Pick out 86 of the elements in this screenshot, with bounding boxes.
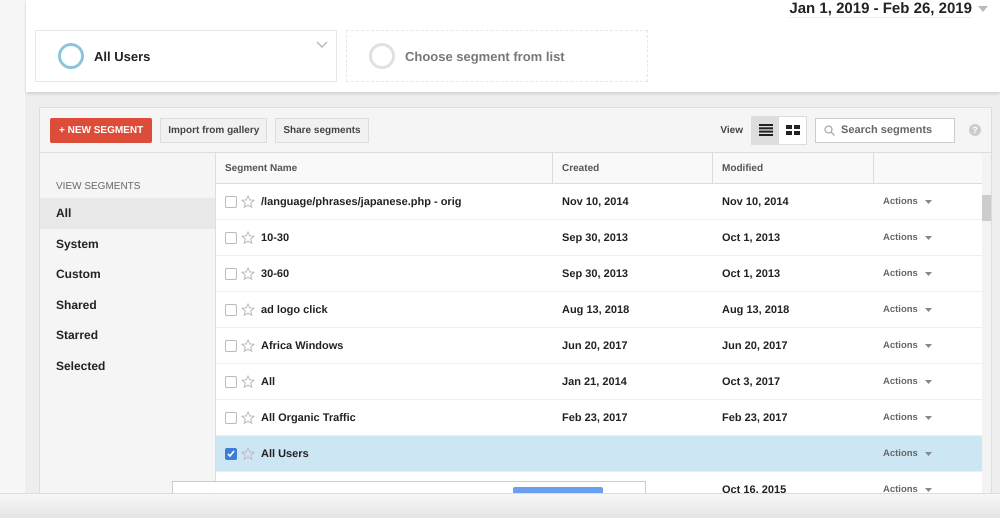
row-checkbox[interactable] — [225, 232, 237, 244]
segment-label: Choose segment from list — [405, 48, 565, 64]
created-date: Jun 20, 2017 — [562, 340, 628, 352]
segment-slot[interactable]: All Users — [35, 30, 337, 82]
caret-icon[interactable] — [924, 344, 932, 348]
segment-name[interactable]: All Organic Traffic — [261, 412, 356, 424]
list-icon — [758, 124, 772, 136]
sidebar-item[interactable]: Starred — [40, 320, 215, 350]
actions-menu[interactable]: Actions — [883, 484, 918, 495]
caret-icon[interactable] — [924, 272, 932, 276]
modified-date: Jun 20, 2017 — [722, 340, 788, 352]
view-label: View — [720, 124, 743, 136]
sidebar-item[interactable]: Shared — [40, 290, 215, 320]
sidebar-item[interactable]: Custom — [40, 259, 215, 290]
segment-ring-icon — [369, 43, 395, 69]
star-icon[interactable] — [241, 194, 255, 208]
modified-date: Aug 13, 2018 — [722, 304, 790, 316]
actions-menu[interactable]: Actions — [883, 196, 918, 207]
actions-menu[interactable]: Actions — [883, 448, 918, 459]
scrollbar-thumb[interactable] — [982, 195, 991, 221]
caret-icon[interactable] — [924, 380, 932, 384]
list-view-button[interactable] — [752, 116, 779, 144]
created-date: Sep 30, 2013 — [562, 268, 628, 280]
caret-icon[interactable] — [924, 308, 932, 312]
new-segment-button[interactable]: + NEW SEGMENT — [50, 118, 152, 142]
actions-menu[interactable]: Actions — [883, 268, 918, 279]
date-range[interactable]: Jan 1, 2019 - Feb 26, 2019 — [789, 0, 972, 18]
created-date: Feb 23, 2017 — [562, 412, 628, 424]
modified-date: Nov 10, 2014 — [722, 196, 789, 208]
modified-date: Feb 23, 2017 — [722, 412, 788, 424]
caret-icon[interactable] — [924, 452, 932, 456]
segment-name[interactable]: ad logo click — [261, 304, 328, 316]
segment-name[interactable]: Africa Windows — [261, 340, 344, 352]
actions-menu[interactable]: Actions — [883, 376, 918, 387]
search-field[interactable]: Search segments — [815, 118, 955, 142]
segment-ring-icon — [58, 43, 84, 69]
grid-view-button[interactable] — [779, 116, 806, 144]
segment-name[interactable]: /language/phrases/japanese.php - orig — [261, 196, 462, 208]
actions-menu[interactable]: Actions — [883, 412, 918, 423]
toolbar-button[interactable]: Import from gallery — [160, 118, 268, 142]
modified-date: Oct 1, 2013 — [722, 232, 780, 244]
sidebar-item[interactable]: All — [40, 198, 215, 228]
segment-name[interactable]: 30-60 — [261, 268, 290, 280]
sidebar-heading: VIEW SEGMENTS — [55, 181, 142, 194]
modified-date: Oct 1, 2013 — [722, 268, 780, 280]
modified-date: Oct 16, 2015 — [722, 484, 786, 496]
actions-menu[interactable]: Actions — [883, 232, 918, 243]
sidebar-item[interactable]: Selected — [40, 350, 215, 381]
row-checkbox[interactable] — [225, 448, 237, 460]
row-checkbox[interactable] — [225, 304, 237, 316]
created-date: Aug 13, 2018 — [562, 304, 630, 316]
row-checkbox[interactable] — [225, 196, 237, 208]
row-checkbox[interactable] — [225, 340, 237, 352]
created-date: Jan 21, 2014 — [562, 376, 627, 388]
caret-icon[interactable] — [924, 200, 932, 204]
row-checkbox[interactable] — [225, 412, 237, 424]
column-header[interactable]: Modified — [713, 153, 874, 183]
chevron-down-icon[interactable] — [316, 41, 328, 48]
modified-date: Oct 3, 2017 — [722, 376, 780, 388]
segment-label: All Users — [94, 48, 150, 64]
star-icon[interactable] — [241, 266, 255, 280]
star-icon[interactable] — [241, 302, 255, 316]
caret-icon[interactable] — [978, 6, 988, 12]
column-header[interactable]: Segment Name — [216, 153, 553, 183]
star-icon[interactable] — [241, 338, 255, 352]
column-header[interactable]: Created — [553, 153, 713, 183]
created-date: Nov 10, 2014 — [562, 196, 629, 208]
row-checkbox[interactable] — [225, 376, 237, 388]
star-icon[interactable] — [241, 410, 255, 424]
star-icon[interactable] — [241, 374, 255, 388]
row-checkbox[interactable] — [225, 268, 237, 280]
caret-icon[interactable] — [924, 416, 932, 420]
grid-icon — [786, 124, 800, 136]
star-icon[interactable] — [241, 446, 255, 460]
segment-name[interactable]: All Users — [261, 448, 309, 460]
created-date: Sep 30, 2013 — [562, 232, 628, 244]
actions-menu[interactable]: Actions — [883, 340, 918, 351]
star-icon[interactable] — [241, 230, 255, 244]
toolbar-button[interactable]: Share segments — [275, 118, 369, 142]
search-icon — [824, 124, 835, 136]
segment-name[interactable]: 10-30 — [261, 232, 290, 244]
caret-icon[interactable] — [924, 236, 932, 240]
segment-name[interactable]: All — [261, 376, 276, 388]
actions-menu[interactable]: Actions — [883, 304, 918, 315]
sidebar-item[interactable]: System — [40, 228, 215, 259]
segment-slot[interactable]: Choose segment from list — [346, 30, 648, 82]
